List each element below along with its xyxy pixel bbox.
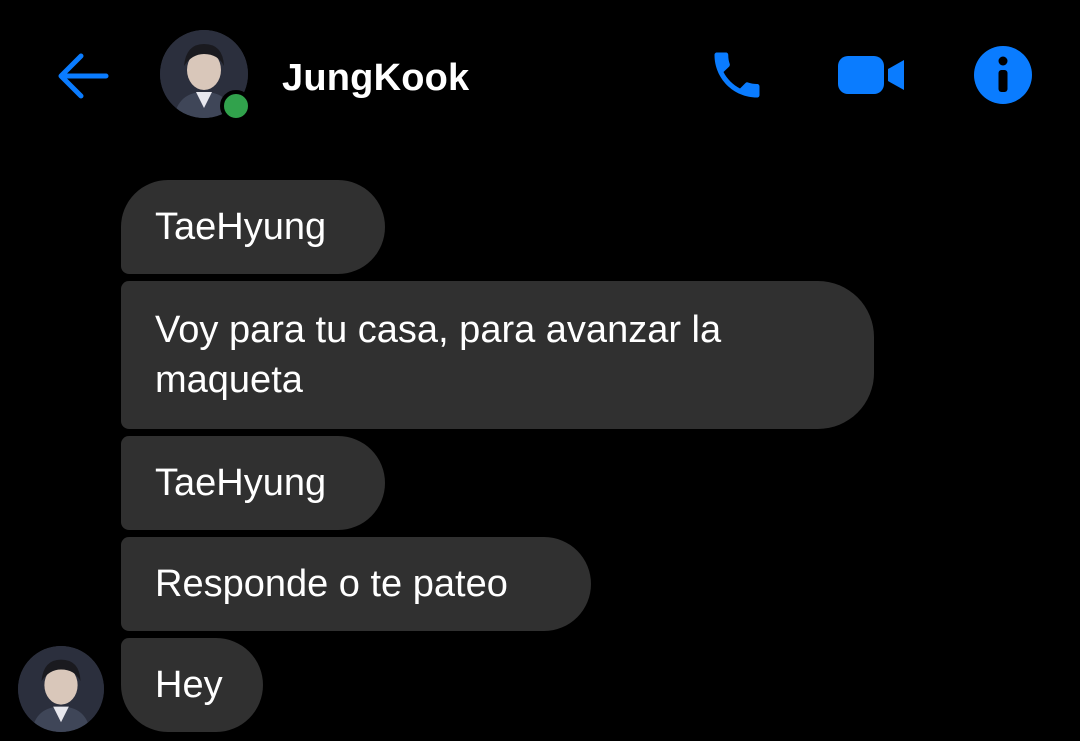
voice-call-button[interactable] — [702, 40, 772, 110]
message-bubble[interactable]: Responde o te pateo — [121, 537, 591, 631]
conversation-info-button[interactable] — [968, 40, 1038, 110]
message-thread[interactable]: TaeHyung Voy para tu casa, para avanzar … — [0, 150, 1080, 741]
phone-icon — [714, 52, 760, 98]
message-bubble[interactable]: Hey — [121, 638, 263, 732]
arrow-left-icon — [58, 53, 109, 99]
info-icon — [974, 46, 1032, 104]
message-bubble[interactable]: Voy para tu casa, para avanzar la maquet… — [121, 281, 874, 429]
message-bubble[interactable]: TaeHyung — [121, 436, 385, 530]
chat-header: JungKook — [0, 0, 1080, 150]
video-camera-icon — [838, 56, 904, 94]
contact-name[interactable]: JungKook — [282, 56, 469, 100]
online-status-indicator — [220, 90, 252, 122]
back-button[interactable] — [50, 46, 114, 106]
sender-avatar[interactable] — [18, 646, 104, 732]
message-bubble[interactable]: TaeHyung — [121, 180, 385, 274]
video-call-button[interactable] — [836, 40, 906, 110]
